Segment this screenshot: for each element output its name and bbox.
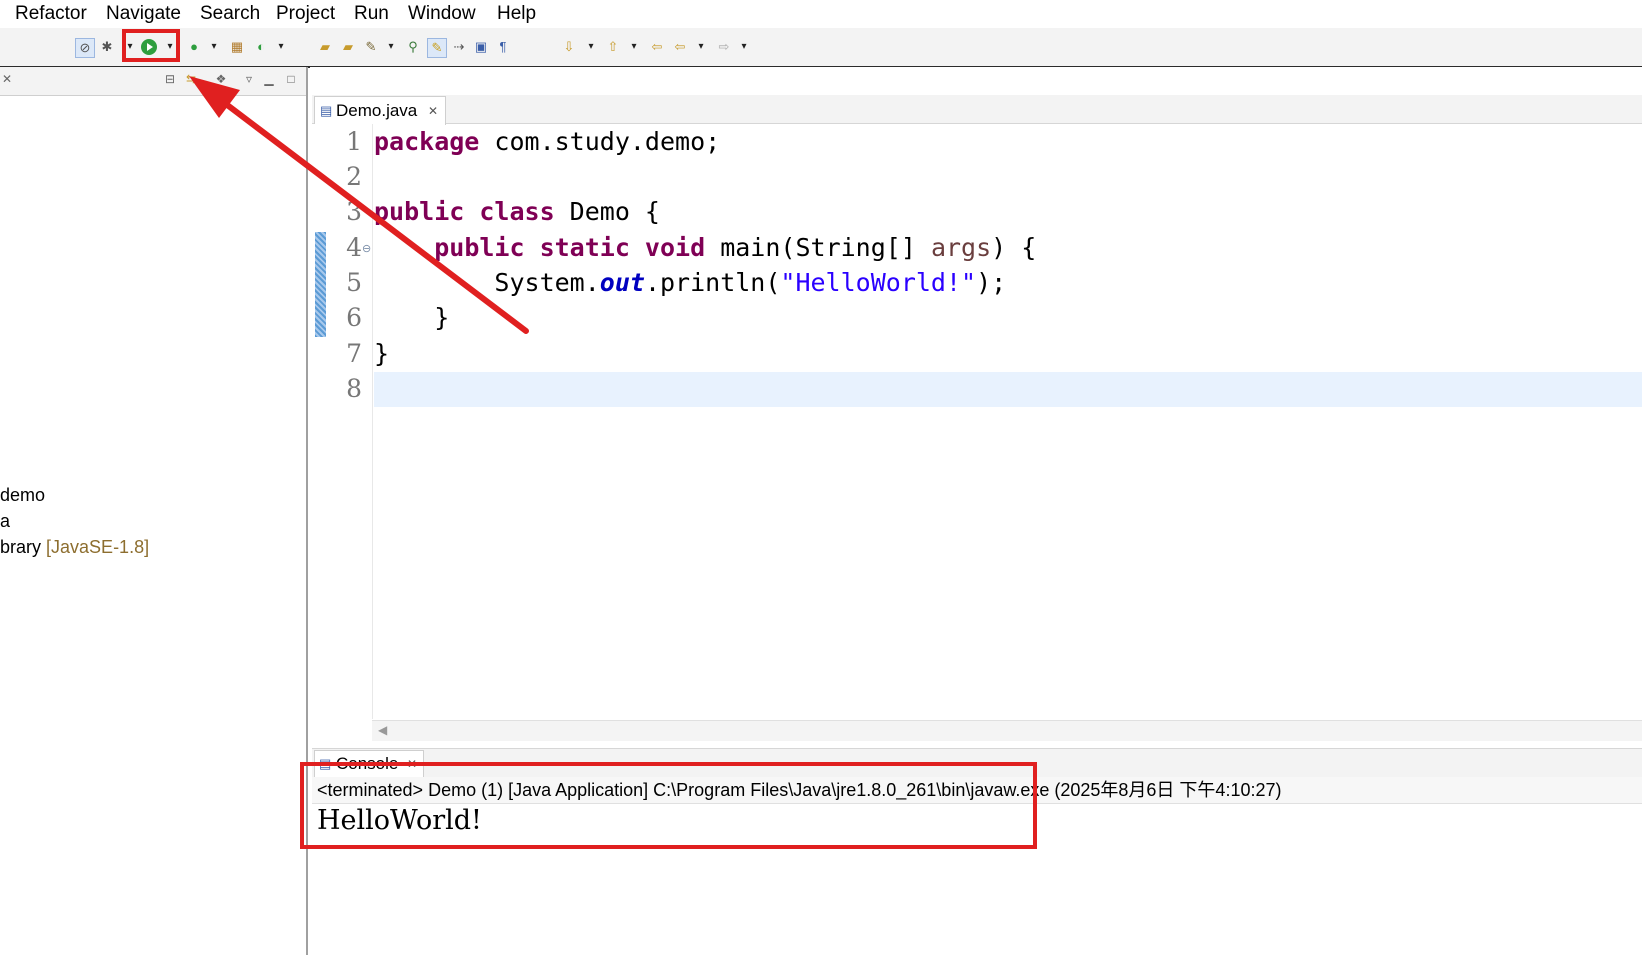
annotation-arrow [189,76,529,334]
